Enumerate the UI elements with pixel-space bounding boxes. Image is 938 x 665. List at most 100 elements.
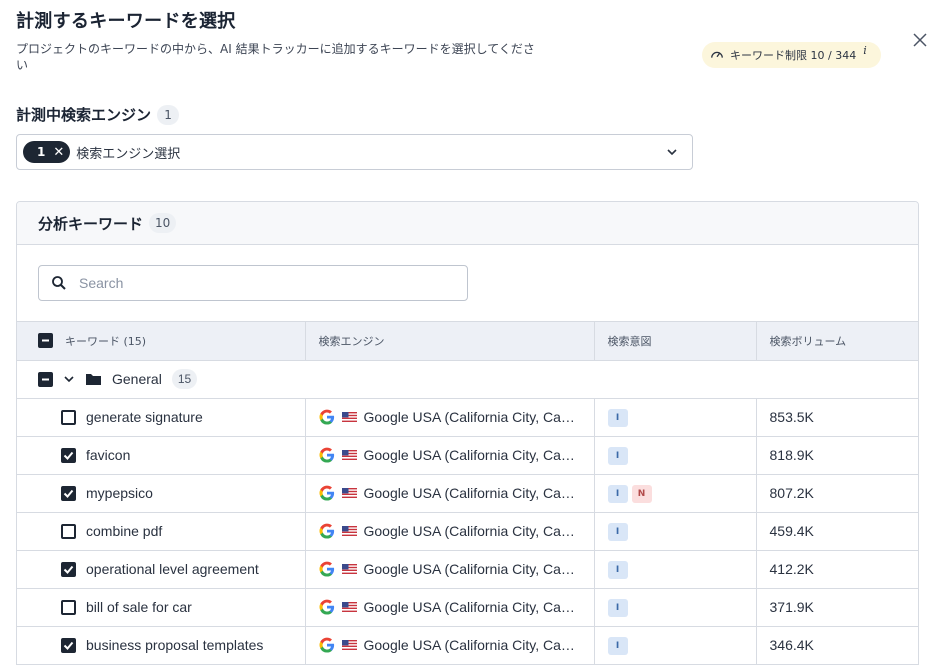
table-row[interactable]: operational level agreement Google USA (C… xyxy=(17,550,918,589)
select-all-checkbox[interactable] xyxy=(38,333,53,349)
engine-text: Google USA (California City, California,… xyxy=(363,561,576,577)
search-box[interactable] xyxy=(38,265,468,301)
intent-cell: I xyxy=(594,398,757,437)
group-cell: General 15 xyxy=(17,360,918,399)
intent-badge: I xyxy=(607,447,628,465)
selected-engines-chip: 1 ✕ xyxy=(23,141,71,163)
intent-badge: I xyxy=(607,523,628,541)
engine-text: Google USA (California City, California,… xyxy=(363,409,576,425)
volume-cell: 853.5K xyxy=(756,398,918,437)
chevron-down-icon[interactable] xyxy=(63,373,75,385)
engine-text: Google USA (California City, California,… xyxy=(363,523,576,539)
table-row[interactable]: generate signature Google USA (California… xyxy=(17,398,918,437)
group-name: General xyxy=(112,371,162,387)
gauge-icon xyxy=(711,51,723,58)
tracked-engines-title: 計測中検索エンジン xyxy=(16,106,152,124)
folder-icon xyxy=(86,374,101,385)
keyword-cell: business proposal templates xyxy=(17,626,306,665)
keyword-text: business proposal templates xyxy=(86,637,264,653)
keyword-text: generate signature xyxy=(86,409,203,425)
column-header-volume: 検索ボリューム xyxy=(756,322,918,361)
keyword-checkbox[interactable] xyxy=(61,523,76,539)
volume-cell: 371.9K xyxy=(756,588,918,627)
intent-badge: I xyxy=(607,599,628,617)
engine-cell: Google USA (California City, California,… xyxy=(305,626,595,665)
search-icon xyxy=(52,276,66,290)
google-icon xyxy=(319,485,334,501)
intent-badge: I xyxy=(607,409,628,427)
keyword-checkbox[interactable] xyxy=(61,447,76,463)
search-area xyxy=(17,245,918,322)
keywords-panel-title: 分析キーワード xyxy=(38,214,144,233)
table-row[interactable]: mypepsico Google USA (California City, Ca… xyxy=(17,474,918,513)
keyword-cell: combine pdf xyxy=(17,512,306,551)
keyword-text: bill of sale for car xyxy=(86,599,192,615)
table-row[interactable]: business proposal templates Google USA (C… xyxy=(17,626,918,665)
intent-cell: I xyxy=(594,436,757,475)
group-checkbox[interactable] xyxy=(38,371,53,387)
engine-cell: Google USA (California City, California,… xyxy=(305,550,595,589)
engine-cell: Google USA (California City, California,… xyxy=(305,398,595,437)
table-header-row: キーワード (15) 検索エンジン 検索意図 検索ボリューム xyxy=(17,322,918,361)
engine-cell: Google USA (California City, California,… xyxy=(305,474,595,513)
google-icon xyxy=(319,599,334,615)
intent-cell: I xyxy=(594,550,757,589)
google-icon xyxy=(319,409,334,425)
table-row[interactable]: combine pdf Google USA (California City, … xyxy=(17,512,918,551)
info-icon[interactable]: i xyxy=(863,44,867,57)
engine-text: Google USA (California City, California,… xyxy=(363,447,576,463)
dialog-title: 計測するキーワードを選択 xyxy=(16,11,236,32)
keyword-checkbox[interactable] xyxy=(61,485,76,501)
google-icon xyxy=(319,523,334,539)
intent-badge: I xyxy=(607,561,628,579)
search-input[interactable] xyxy=(79,275,439,291)
search-engine-select[interactable]: 1 ✕ 検索エンジン選択 xyxy=(16,134,693,170)
column-header-engine: 検索エンジン xyxy=(305,322,595,361)
us-flag-icon xyxy=(341,488,357,498)
google-icon xyxy=(319,637,334,653)
column-header-keyword: キーワード (15) xyxy=(17,322,306,361)
column-label-keyword: キーワード (15) xyxy=(65,334,147,348)
keyword-checkbox[interactable] xyxy=(61,637,76,653)
keyword-text: mypepsico xyxy=(86,485,153,501)
engine-cell: Google USA (California City, California,… xyxy=(305,588,595,627)
keyword-checkbox[interactable] xyxy=(61,599,76,615)
keyword-text: favicon xyxy=(86,447,131,463)
keyword-cell: mypepsico xyxy=(17,474,306,513)
intent-badge: I xyxy=(607,637,628,655)
keyword-text: operational level agreement xyxy=(86,561,259,577)
us-flag-icon xyxy=(341,526,357,536)
group-row: General 15 xyxy=(17,360,918,399)
chevron-down-icon[interactable] xyxy=(666,146,678,158)
close-button[interactable] xyxy=(910,30,930,50)
volume-cell: 346.4K xyxy=(756,626,918,665)
table-row[interactable]: favicon Google USA (California City, Cali… xyxy=(17,436,918,475)
engine-text: Google USA (California City, California,… xyxy=(363,637,576,653)
chip-count: 1 xyxy=(37,145,46,159)
google-icon xyxy=(319,447,334,463)
table-row[interactable]: bill of sale for car Google USA (Californ… xyxy=(17,588,918,627)
keyword-limit-label: キーワード制限 10 / 344 xyxy=(730,49,857,62)
group-count: 15 xyxy=(171,369,198,389)
us-flag-icon xyxy=(341,602,357,612)
keyword-cell: bill of sale for car xyxy=(17,588,306,627)
volume-cell: 818.9K xyxy=(756,436,918,475)
volume-cell: 459.4K xyxy=(756,512,918,551)
chip-remove-icon[interactable]: ✕ xyxy=(53,145,64,160)
keyword-text: combine pdf xyxy=(86,523,163,539)
engine-text: Google USA (California City, California,… xyxy=(363,485,576,501)
close-icon xyxy=(913,33,927,47)
engine-select-placeholder: 検索エンジン選択 xyxy=(76,146,181,162)
dialog-subtitle: プロジェクトのキーワードの中から、AI 結果トラッカーに追加するキーワードを選択… xyxy=(16,42,535,72)
keyword-cell: operational level agreement xyxy=(17,550,306,589)
us-flag-icon xyxy=(341,450,357,460)
keyword-checkbox[interactable] xyxy=(61,409,76,425)
tracked-engines-count: 1 xyxy=(157,104,180,125)
intent-badge: N xyxy=(631,485,652,503)
us-flag-icon xyxy=(341,412,357,422)
engine-cell: Google USA (California City, California,… xyxy=(305,436,595,475)
intent-cell: I xyxy=(594,588,757,627)
us-flag-icon xyxy=(341,564,357,574)
us-flag-icon xyxy=(341,640,357,650)
keyword-checkbox[interactable] xyxy=(61,561,76,577)
